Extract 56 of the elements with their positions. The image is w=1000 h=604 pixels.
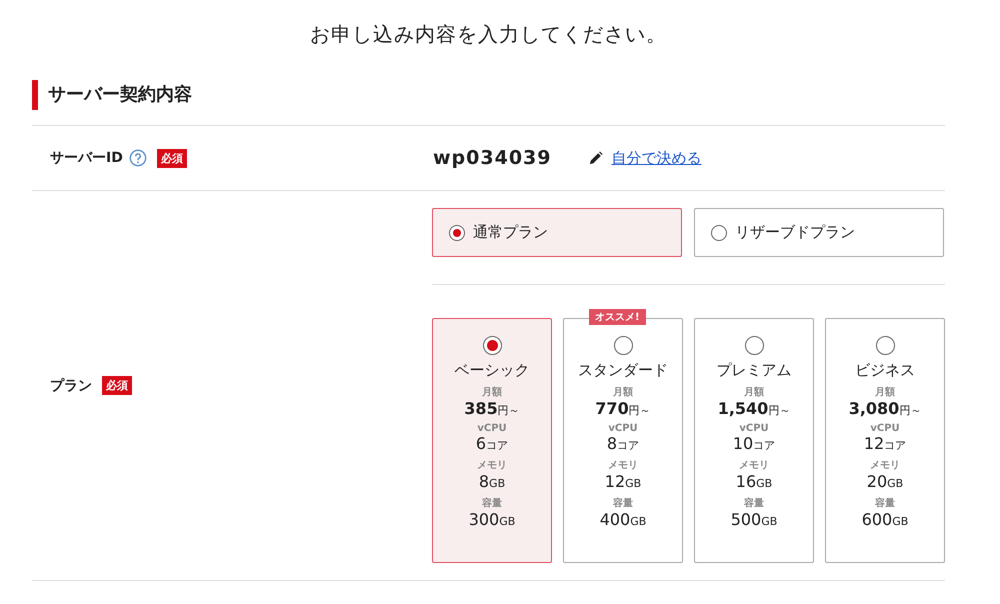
spec-value: 600GB: [862, 510, 908, 529]
spec-label: 容量: [613, 496, 633, 510]
radio-button[interactable]: [482, 336, 502, 355]
spec-value: 16GB: [736, 472, 772, 491]
field-label: プラン: [50, 376, 92, 394]
plan-name: スタンダード: [578, 361, 668, 380]
spec-label: メモリ: [608, 459, 638, 472]
spec-label: vCPU: [739, 423, 769, 434]
radio-button[interactable]: [614, 336, 632, 355]
spec-value: 20GB: [866, 472, 904, 491]
radio-button[interactable]: [744, 336, 764, 355]
spec-label: 月額: [744, 386, 764, 399]
spec-label: 容量: [875, 496, 895, 510]
spec-label: vCPU: [477, 423, 507, 434]
spec-label: メモリ: [477, 459, 507, 472]
spec-label: vCPU: [870, 423, 900, 434]
spec-value: 10コア: [732, 434, 776, 453]
spec-label: 月額: [613, 386, 633, 399]
spec-value: 8 コア: [606, 434, 640, 453]
plan-card[interactable]: プレミアム 月額 1,540円～ vCPU 10コア メモリ 16GB 容量 500GB: [694, 318, 814, 563]
plan-card[interactable]: ビジネス 月額 3,080円～ vCPU 12 コア メモリ 20GB 容量 600GB: [825, 318, 945, 563]
price-value: 770円～: [595, 399, 651, 418]
spec-label: 容量: [482, 496, 502, 510]
plan-type-option[interactable]: リザーブドプラン: [694, 208, 944, 257]
recommended-badge: オススメ!: [589, 309, 646, 325]
plan-name: プレミアム: [716, 361, 792, 380]
required-badge: 必須: [156, 148, 187, 168]
spec-value: 12GB: [604, 472, 642, 491]
radio-button[interactable]: [876, 336, 894, 355]
plan-type-option[interactable]: 通常プラン: [432, 208, 682, 257]
pencil-icon: [589, 151, 604, 165]
plan-card[interactable]: ベーシック 月額 385円～ vCPU 6 コア メモリ 8GB 容量 300GB: [432, 318, 552, 563]
price-value: 1,540円～: [718, 399, 790, 418]
price-value: 3,080円～: [848, 399, 922, 418]
page-title: お申し込み内容を入力してください。: [309, 21, 668, 48]
plan-name: ビジネス: [855, 361, 915, 380]
spec-label: vCPU: [608, 423, 638, 434]
server-id: wp034039: [433, 147, 552, 169]
spec-label: メモリ: [739, 459, 769, 472]
spec-label: 月額: [482, 386, 502, 399]
required-badge: 必須: [102, 376, 132, 395]
section-heading: サーバー契約内容: [32, 80, 945, 110]
spec-label: メモリ: [870, 459, 900, 472]
spec-value: 400GB: [600, 510, 646, 529]
spec-value: 8GB: [478, 472, 506, 491]
spec-value: 500GB: [730, 510, 778, 529]
spec-label: 月額: [875, 386, 895, 399]
price-value: 385円～: [464, 399, 520, 418]
spec-value: 6 コア: [476, 434, 508, 453]
choose-id-link[interactable]: 自分で決める: [611, 148, 702, 168]
spec-label: 容量: [744, 496, 764, 510]
plan-name: ベーシック: [454, 361, 530, 380]
field-label: サーバーID: [50, 149, 123, 167]
spec-value: 12 コア: [864, 434, 906, 453]
spec-value: 300GB: [468, 510, 516, 529]
help-icon[interactable]: [128, 149, 147, 167]
